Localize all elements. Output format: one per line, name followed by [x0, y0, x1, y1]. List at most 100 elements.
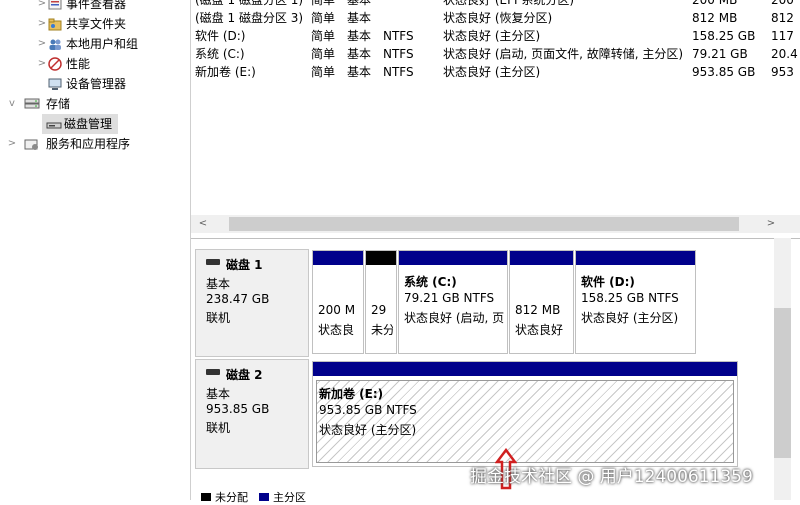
- disk-1-label[interactable]: 磁盘 1 基本 238.47 GB 联机: [195, 249, 309, 357]
- tree-item-label: 性能: [66, 57, 91, 71]
- volume-type: 基本: [347, 47, 372, 61]
- tree-item-disk-management[interactable]: 磁盘管理: [42, 114, 118, 134]
- chevron-right-icon[interactable]: >: [6, 134, 18, 154]
- partition-new-volume-e[interactable]: 新加卷 (E:) 953.85 GB NTFS 状态良好 (主分区): [312, 361, 738, 467]
- partition-body: 812 MB 状态良好: [513, 269, 570, 350]
- partition-info: 953.85 GB NTFS: [319, 403, 417, 417]
- tree-item-event-viewer[interactable]: > 事件查看器: [0, 0, 190, 14]
- disk-management-icon: [46, 117, 62, 131]
- table-row[interactable]: 系统 (C:) 简单 基本 NTFS 状态良好 (启动, 页面文件, 故障转储,…: [195, 45, 798, 63]
- volume-capacity: 79.21 GB: [692, 47, 748, 61]
- chevron-down-icon[interactable]: v: [6, 94, 18, 114]
- tree-item-label: 本地用户和组: [66, 37, 139, 51]
- chevron-right-icon[interactable]: >: [36, 0, 48, 14]
- disk-2-label[interactable]: 磁盘 2 基本 953.85 GB 联机: [195, 359, 309, 469]
- partition-title: 软件 (D:): [581, 275, 635, 289]
- partition-unallocated[interactable]: 29 未分: [365, 250, 397, 354]
- volume-status: 状态良好 (主分区): [443, 65, 541, 79]
- tree-item-performance[interactable]: > 性能: [0, 54, 190, 74]
- volume-layout: 简单: [311, 0, 336, 7]
- partition-info: 79.21 GB NTFS: [404, 291, 495, 305]
- volume-free: 20.4: [771, 47, 798, 61]
- partition-info: 29: [371, 303, 387, 317]
- disk-type: 基本: [206, 387, 231, 401]
- partition-status: 未分: [371, 323, 393, 337]
- partition-efi[interactable]: 200 M 状态良: [312, 250, 364, 354]
- partition-body: 系统 (C:) 79.21 GB NTFS 状态良好 (启动, 页: [402, 269, 504, 350]
- volume-layout: 简单: [311, 29, 336, 43]
- volume-name: (磁盘 1 磁盘分区 1): [195, 0, 304, 7]
- partition-title: 新加卷 (E:): [319, 387, 384, 401]
- table-row[interactable]: (磁盘 1 磁盘分区 1) 简单 基本 状态良好 (EFI 系统分区) 200 …: [195, 0, 795, 9]
- partition-color-bar: [313, 251, 363, 265]
- partition-body-selected: 新加卷 (E:) 953.85 GB NTFS 状态良好 (主分区): [316, 380, 734, 463]
- volume-free: 117: [771, 29, 794, 43]
- disk-size: 238.47 GB: [206, 292, 270, 306]
- tree-item-services[interactable]: > 服务和应用程序: [0, 134, 190, 154]
- scroll-left-icon[interactable]: <: [195, 215, 211, 233]
- tree-item-storage[interactable]: v 存储: [0, 94, 190, 114]
- partition-color-bar: [366, 251, 396, 265]
- volume-status: 状态良好 (主分区): [443, 29, 541, 43]
- scrollbar-thumb[interactable]: [774, 308, 791, 458]
- disk-icon: [206, 259, 220, 265]
- table-row[interactable]: 新加卷 (E:) 简单 基本 NTFS 状态良好 (主分区) 953.85 GB…: [195, 63, 795, 81]
- partition-color-bar: [510, 251, 573, 265]
- partition-color-bar: [576, 251, 695, 265]
- volume-fs: NTFS: [383, 65, 414, 79]
- partition-software-d[interactable]: 软件 (D:) 158.25 GB NTFS 状态良好 (主分区): [575, 250, 696, 354]
- vertical-scrollbar[interactable]: [774, 238, 791, 500]
- chevron-right-icon[interactable]: >: [36, 14, 48, 34]
- chevron-right-icon[interactable]: >: [36, 54, 48, 74]
- volume-type: 基本: [347, 29, 372, 43]
- volume-status: 状态良好 (恢复分区): [443, 11, 553, 25]
- partition-info: 158.25 GB NTFS: [581, 291, 679, 305]
- volume-capacity: 953.85 GB: [692, 65, 756, 79]
- partition-title: 系统 (C:): [404, 275, 457, 289]
- volume-layout: 简单: [311, 47, 336, 61]
- disk-icon: [206, 369, 220, 375]
- table-row[interactable]: 软件 (D:) 简单 基本 NTFS 状态良好 (主分区) 158.25 GB …: [195, 27, 795, 45]
- volume-capacity: 200 MB: [692, 0, 738, 7]
- tree-item-local-users[interactable]: > 本地用户和组: [0, 34, 190, 54]
- disk-name: 磁盘 1: [226, 258, 263, 272]
- disk-management-pane: (磁盘 1 磁盘分区 1) 简单 基本 状态良好 (EFI 系统分区) 200 …: [191, 0, 800, 504]
- disk-size: 953.85 GB: [206, 402, 270, 416]
- volume-layout: 简单: [311, 11, 336, 25]
- volume-free: 200: [771, 0, 794, 7]
- scrollbar-thumb[interactable]: [229, 217, 739, 231]
- tree-item-label: 磁盘管理: [64, 117, 113, 131]
- volume-name: (磁盘 1 磁盘分区 3): [195, 11, 304, 25]
- legend-unallocated-label: 未分配: [215, 491, 248, 504]
- volume-capacity: 158.25 GB: [692, 29, 756, 43]
- volume-free: 953: [771, 65, 794, 79]
- partition-body: 29 未分: [369, 269, 393, 350]
- partition-status: 状态良好 (主分区): [581, 311, 679, 325]
- disk-type: 基本: [206, 277, 231, 291]
- volume-name: 新加卷 (E:): [195, 65, 256, 79]
- tree-item-label: 设备管理器: [66, 77, 127, 91]
- horizontal-scrollbar[interactable]: < >: [191, 215, 800, 233]
- volume-name: 软件 (D:): [195, 29, 246, 43]
- performance-icon: [48, 57, 62, 71]
- storage-icon: [24, 97, 40, 111]
- table-row[interactable]: (磁盘 1 磁盘分区 3) 简单 基本 状态良好 (恢复分区) 812 MB 8…: [195, 9, 795, 27]
- volume-layout: 简单: [311, 65, 336, 79]
- partition-system-c[interactable]: 系统 (C:) 79.21 GB NTFS 状态良好 (启动, 页: [398, 250, 508, 354]
- volume-type: 基本: [347, 0, 372, 7]
- event-viewer-icon: [48, 0, 62, 11]
- partition-status: 状态良: [318, 323, 355, 337]
- tree-item-shared-folders[interactable]: > 共享文件夹: [0, 14, 190, 34]
- scroll-right-icon[interactable]: >: [763, 215, 779, 233]
- volume-list: (磁盘 1 磁盘分区 1) 简单 基本 状态良好 (EFI 系统分区) 200 …: [191, 0, 800, 215]
- disk-state: 联机: [206, 421, 231, 435]
- device-manager-icon: [48, 77, 62, 91]
- tree-item-label: 服务和应用程序: [46, 137, 131, 151]
- partition-body: 200 M 状态良: [316, 269, 360, 350]
- shared-folder-icon: [48, 17, 62, 31]
- volume-capacity: 812 MB: [692, 11, 738, 25]
- partition-recovery[interactable]: 812 MB 状态良好: [509, 250, 574, 354]
- chevron-right-icon[interactable]: >: [36, 34, 48, 54]
- volume-free: 812: [771, 11, 794, 25]
- tree-item-device-manager[interactable]: 设备管理器: [0, 74, 190, 94]
